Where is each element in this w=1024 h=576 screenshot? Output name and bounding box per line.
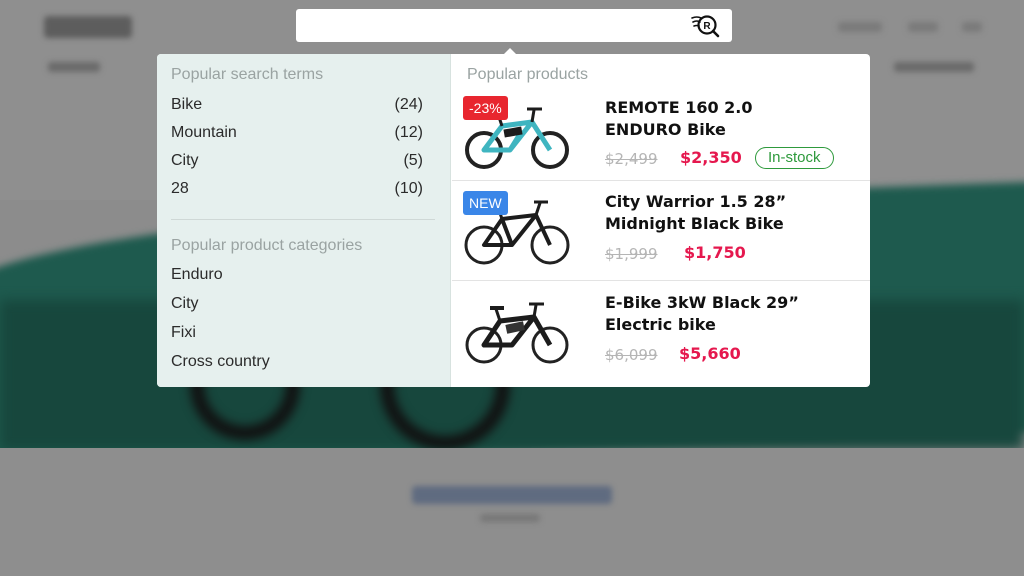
old-price: $6,099 [605, 346, 658, 364]
search-term-label: City [171, 152, 199, 169]
category-item[interactable]: City [171, 295, 199, 313]
search-term-item[interactable]: City (5) [171, 152, 423, 174]
search-term-count: (12) [394, 124, 423, 141]
category-item[interactable]: Enduro [171, 266, 223, 284]
background-logo [44, 16, 132, 38]
suggestions-column: Popular search terms Bike (24) Mountain … [157, 54, 451, 387]
background-heading [412, 486, 612, 504]
product-card[interactable]: E-Bike 3kW Black 29” Electric bike $6,09… [452, 280, 870, 387]
search-terms-title: Popular search terms [171, 66, 324, 83]
search-term-item[interactable]: 28 (10) [171, 180, 423, 202]
search-term-count: (5) [403, 152, 423, 169]
bike-image[interactable] [462, 295, 572, 367]
categories-title: Popular product categories [171, 237, 363, 254]
category-item[interactable]: Fixi [171, 324, 196, 342]
background-content [0, 448, 1024, 576]
search-term-item[interactable]: Mountain (12) [171, 124, 423, 146]
product-card[interactable]: -23% REMOTE 160 2.0 ENDURO Bike $2,499 $… [452, 84, 870, 180]
background-nav-item [48, 62, 100, 72]
sale-price: $1,750 [684, 243, 746, 262]
background-nav-item [894, 62, 974, 72]
category-item[interactable]: Cross country [171, 353, 270, 371]
popular-products-title: Popular products [467, 66, 588, 83]
product-name-line1[interactable]: City Warrior 1.5 28” [605, 191, 855, 213]
discount-badge: -23% [463, 96, 508, 120]
search-term-label: Mountain [171, 124, 237, 141]
background-nav-item [908, 22, 938, 32]
section-divider [171, 219, 435, 220]
product-name-line1[interactable]: REMOTE 160 2.0 [605, 97, 855, 119]
search-brand-icon[interactable]: R [691, 12, 721, 38]
search-bar[interactable] [296, 9, 732, 42]
background-nav-item [838, 22, 882, 32]
search-term-count: (24) [394, 96, 423, 113]
sale-price: $5,660 [679, 344, 741, 363]
product-name-line1[interactable]: E-Bike 3kW Black 29” [605, 292, 855, 314]
search-term-label: 28 [171, 180, 189, 197]
background-subheading [480, 514, 540, 522]
old-price: $1,999 [605, 245, 658, 263]
product-card[interactable]: NEW City Warrior 1.5 28” Midnight Black … [452, 180, 870, 280]
svg-text:R: R [703, 21, 711, 32]
sale-price: $2,350 [680, 148, 742, 167]
products-column: Popular products -23% REMOTE 160 2.0 END… [452, 54, 870, 387]
search-term-count: (10) [394, 180, 423, 197]
product-name-line2[interactable]: Midnight Black Bike [605, 213, 855, 235]
search-term-item[interactable]: Bike (24) [171, 96, 423, 118]
search-term-label: Bike [171, 96, 203, 113]
search-dropdown: Popular search terms Bike (24) Mountain … [157, 54, 870, 387]
old-price: $2,499 [605, 150, 658, 168]
product-name-line2[interactable]: ENDURO Bike [605, 119, 855, 141]
stock-badge: In-stock [755, 147, 834, 169]
background-nav-item [962, 22, 982, 32]
search-input[interactable] [306, 16, 676, 36]
new-badge: NEW [463, 191, 508, 215]
product-name-line2[interactable]: Electric bike [605, 314, 855, 336]
